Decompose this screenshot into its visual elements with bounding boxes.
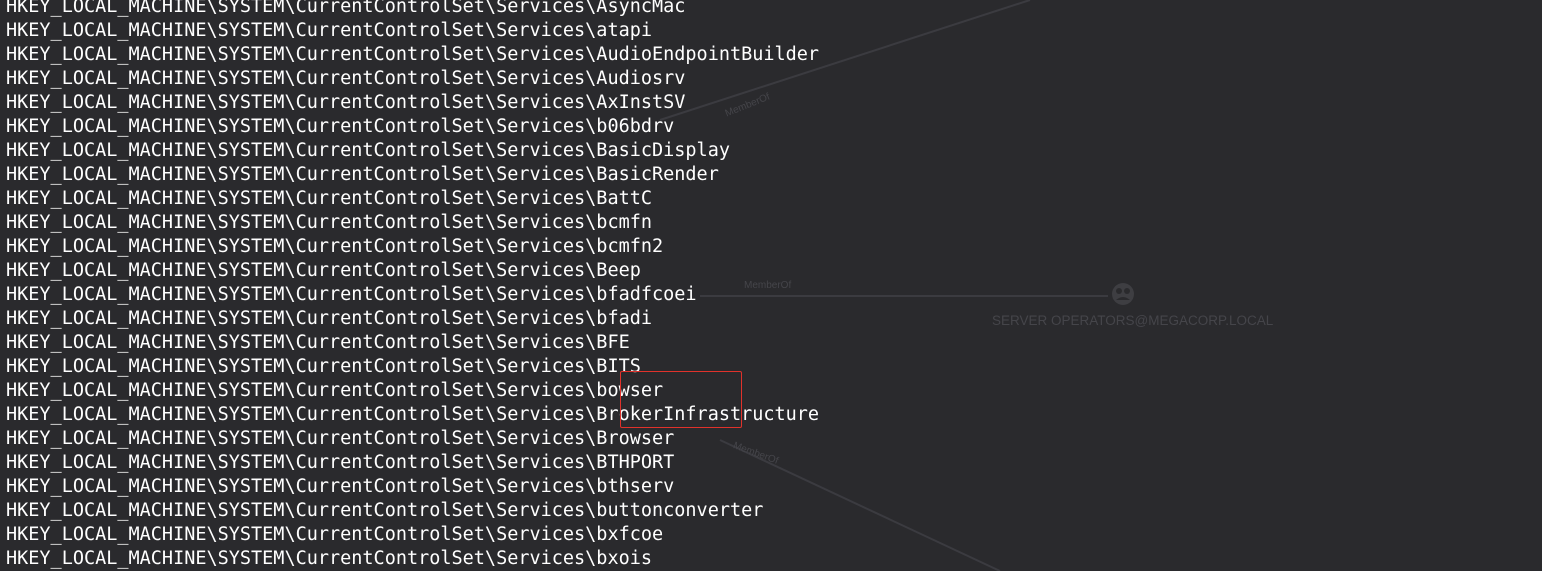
registry-key-line: HKEY_LOCAL_MACHINE\SYSTEM\CurrentControl… <box>6 332 630 353</box>
registry-key-line: HKEY_LOCAL_MACHINE\SYSTEM\CurrentControl… <box>6 188 653 209</box>
registry-key-line: HKEY_LOCAL_MACHINE\SYSTEM\CurrentControl… <box>6 284 697 305</box>
registry-key-line: HKEY_LOCAL_MACHINE\SYSTEM\CurrentControl… <box>6 116 675 137</box>
highlight-annotation-box <box>620 371 742 428</box>
registry-key-line: HKEY_LOCAL_MACHINE\SYSTEM\CurrentControl… <box>6 164 719 185</box>
registry-key-line: HKEY_LOCAL_MACHINE\SYSTEM\CurrentControl… <box>6 308 653 329</box>
group-icon <box>1112 283 1134 305</box>
registry-key-line: HKEY_LOCAL_MACHINE\SYSTEM\CurrentControl… <box>6 524 664 545</box>
registry-key-line: HKEY_LOCAL_MACHINE\SYSTEM\CurrentControl… <box>6 0 686 17</box>
registry-key-line: HKEY_LOCAL_MACHINE\SYSTEM\CurrentControl… <box>6 500 764 521</box>
registry-key-line: HKEY_LOCAL_MACHINE\SYSTEM\CurrentControl… <box>6 452 675 473</box>
registry-key-line: HKEY_LOCAL_MACHINE\SYSTEM\CurrentControl… <box>6 212 653 233</box>
registry-key-line: HKEY_LOCAL_MACHINE\SYSTEM\CurrentControl… <box>6 44 820 65</box>
registry-key-line: HKEY_LOCAL_MACHINE\SYSTEM\CurrentControl… <box>6 236 664 257</box>
registry-key-line: HKEY_LOCAL_MACHINE\SYSTEM\CurrentControl… <box>6 20 653 41</box>
terminal-window: SERVER OPERATORS@MEGACORP.LOCAL MemberOf… <box>0 0 1542 571</box>
registry-key-line: HKEY_LOCAL_MACHINE\SYSTEM\CurrentControl… <box>6 140 730 161</box>
registry-key-line: HKEY_LOCAL_MACHINE\SYSTEM\CurrentControl… <box>6 92 686 113</box>
registry-key-line: HKEY_LOCAL_MACHINE\SYSTEM\CurrentControl… <box>6 476 675 497</box>
registry-key-line: HKEY_LOCAL_MACHINE\SYSTEM\CurrentControl… <box>6 260 641 281</box>
registry-key-line: HKEY_LOCAL_MACHINE\SYSTEM\CurrentControl… <box>6 68 686 89</box>
terminal-output[interactable]: HKEY_LOCAL_MACHINE\SYSTEM\CurrentControl… <box>6 0 819 571</box>
registry-key-line: HKEY_LOCAL_MACHINE\SYSTEM\CurrentControl… <box>6 548 653 569</box>
graph-node-label: SERVER OPERATORS@MEGACORP.LOCAL <box>992 313 1274 328</box>
registry-key-line: HKEY_LOCAL_MACHINE\SYSTEM\CurrentControl… <box>6 428 675 449</box>
